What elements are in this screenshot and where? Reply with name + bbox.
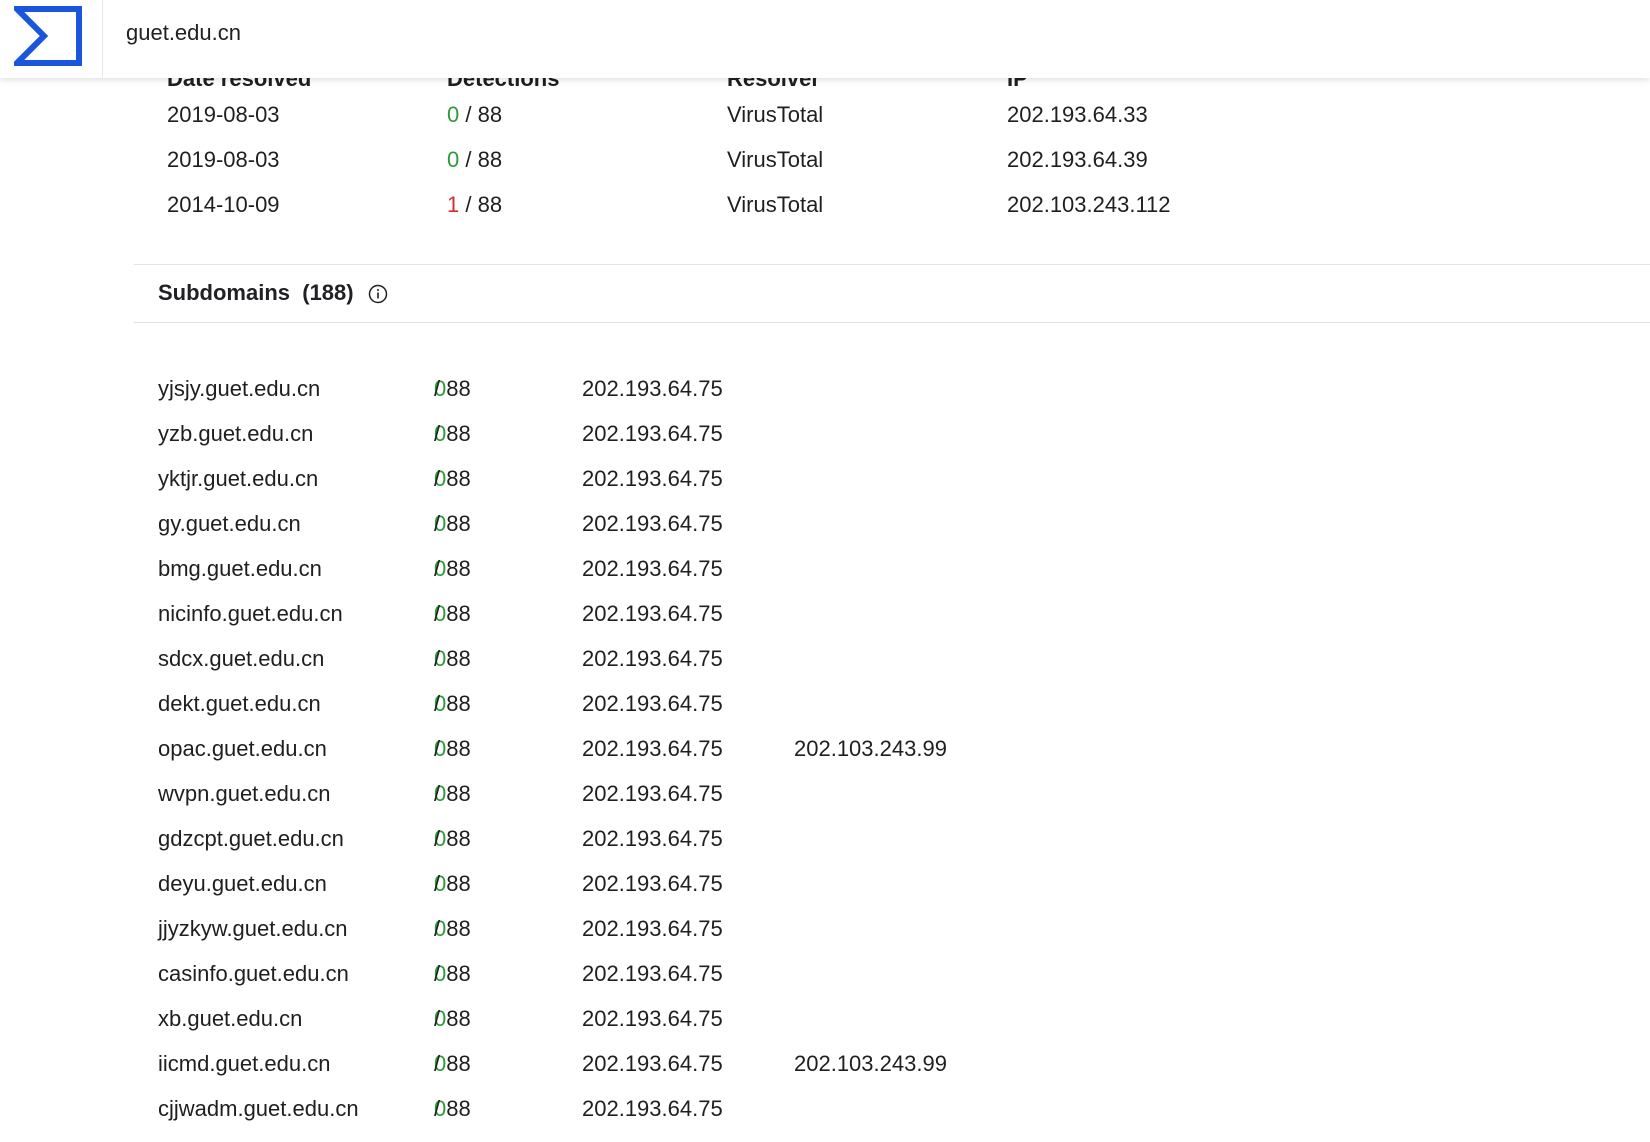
subdomain-ip-link[interactable]: 202.193.64.75 [582, 556, 723, 582]
subdomain-link[interactable]: deyu.guet.edu.cn [158, 871, 327, 897]
page: guet.edu.cn Date resolved Detections Res… [0, 0, 1650, 1142]
subdomains-heading: Subdomains (188) [158, 280, 354, 306]
detections-total: / 88 [434, 871, 471, 896]
subdomain-row[interactable]: xb.guet.edu.cn 0 / 88 202.193.64.75 [158, 1006, 1058, 1046]
detections-total: / 88 [459, 192, 503, 217]
subdomain-row[interactable]: nicinfo.guet.edu.cn 0 / 88 202.193.64.75 [158, 601, 1058, 641]
subdomain-link[interactable]: dekt.guet.edu.cn [158, 691, 321, 717]
section-divider [134, 264, 1650, 265]
subdomain-link[interactable]: xb.guet.edu.cn [158, 1006, 302, 1032]
subdomain-row[interactable]: bmg.guet.edu.cn 0 / 88 202.193.64.75 [158, 556, 1058, 596]
subdomain-link[interactable]: nicinfo.guet.edu.cn [158, 601, 343, 627]
subdomain-link[interactable]: yzb.guet.edu.cn [158, 421, 313, 447]
detections-total: / 88 [434, 781, 471, 806]
subdomain-row[interactable]: opac.guet.edu.cn 0 / 88 202.193.64.75 202.1… [158, 736, 1058, 776]
subdomain-ip-link[interactable]: 202.103.243.99 [794, 1051, 947, 1077]
top-bar: guet.edu.cn [0, 0, 1650, 78]
detections-positives: 0 [447, 102, 460, 127]
subdomain-link[interactable]: gdzcpt.guet.edu.cn [158, 826, 344, 852]
resolution-ip-link[interactable]: 202.193.64.39 [1007, 147, 1148, 173]
detections-total: / 88 [434, 691, 471, 716]
subdomain-row[interactable]: yktjr.guet.edu.cn 0 / 88 202.193.64.75 [158, 466, 1058, 506]
subdomain-row[interactable]: deyu.guet.edu.cn 0 / 88 202.193.64.75 [158, 871, 1058, 911]
subdomain-ip-link[interactable]: 202.193.64.75 [582, 1006, 723, 1032]
subdomains-count: (188) [302, 280, 354, 305]
subdomain-ip-link[interactable]: 202.193.64.75 [582, 826, 723, 852]
resolution-date: 2019-08-03 [167, 102, 280, 127]
detections-total: / 88 [434, 961, 471, 986]
detections-positives: 1 [447, 192, 460, 217]
info-circle-icon[interactable] [368, 284, 388, 304]
detections-total: / 88 [434, 511, 471, 536]
subdomain-ip-link[interactable]: 202.193.64.75 [582, 376, 723, 402]
subdomain-ip-link[interactable]: 202.193.64.75 [582, 1096, 723, 1122]
search-input[interactable]: guet.edu.cn [126, 20, 241, 46]
subdomain-row[interactable]: jjyzkyw.guet.edu.cn 0 / 88 202.193.64.75 [158, 916, 1058, 956]
subdomain-ip-link[interactable]: 202.193.64.75 [582, 421, 723, 447]
detections-total: / 88 [434, 916, 471, 941]
virustotal-logo-icon[interactable] [14, 6, 82, 66]
subdomain-link[interactable]: jjyzkyw.guet.edu.cn [158, 916, 348, 942]
subdomain-link[interactable]: yjsjy.guet.edu.cn [158, 376, 320, 402]
detections-total: / 88 [434, 556, 471, 581]
subdomain-ip-link[interactable]: 202.193.64.75 [582, 601, 723, 627]
detections-total: / 88 [434, 421, 471, 446]
subdomain-ip-link[interactable]: 202.193.64.75 [582, 691, 723, 717]
resolution-detections: 0 / 88 [447, 147, 502, 173]
subdomain-ip-link[interactable]: 202.193.64.75 [582, 916, 723, 942]
detections-total: / 88 [434, 1051, 471, 1076]
subdomain-row[interactable]: yzb.guet.edu.cn 0 / 88 202.193.64.75 [158, 421, 1058, 461]
detections-total: / 88 [434, 826, 471, 851]
resolution-ip-link[interactable]: 202.103.243.112 [1007, 192, 1171, 218]
subdomain-link[interactable]: cjjwadm.guet.edu.cn [158, 1096, 359, 1122]
subdomain-row[interactable]: sdcx.guet.edu.cn 0 / 88 202.193.64.75 [158, 646, 1058, 686]
subdomain-row[interactable]: casinfo.guet.edu.cn 0 / 88 202.193.64.75 [158, 961, 1058, 1001]
detections-total: / 88 [434, 466, 471, 491]
detections-positives: 0 [447, 147, 460, 172]
subdomain-ip-link[interactable]: 202.193.64.75 [582, 961, 723, 987]
subdomain-row[interactable]: wvpn.guet.edu.cn 0 / 88 202.193.64.75 [158, 781, 1058, 821]
detections-total: / 88 [434, 736, 471, 761]
subdomain-ip-link[interactable]: 202.103.243.99 [794, 736, 947, 762]
detections-total: / 88 [459, 102, 503, 127]
section-divider [134, 322, 1650, 323]
subdomain-link[interactable]: sdcx.guet.edu.cn [158, 646, 324, 672]
subdomain-ip-link[interactable]: 202.193.64.75 [582, 781, 723, 807]
resolution-detections: 1 / 88 [447, 192, 502, 218]
subdomain-ip-link[interactable]: 202.193.64.75 [582, 511, 723, 537]
subdomain-link[interactable]: bmg.guet.edu.cn [158, 556, 322, 582]
subdomain-ip-link[interactable]: 202.193.64.75 [582, 1051, 723, 1077]
subdomain-row[interactable]: gdzcpt.guet.edu.cn 0 / 88 202.193.64.75 [158, 826, 1058, 866]
subdomain-ip-link[interactable]: 202.193.64.75 [582, 871, 723, 897]
detections-total: / 88 [434, 601, 471, 626]
detections-total: / 88 [434, 1096, 471, 1121]
subdomain-row[interactable]: cjjwadm.guet.edu.cn 0 / 88 202.193.64.75 [158, 1096, 1058, 1136]
subdomain-link[interactable]: iicmd.guet.edu.cn [158, 1051, 330, 1077]
subdomain-link[interactable]: casinfo.guet.edu.cn [158, 961, 349, 987]
resolution-resolver: VirusTotal [727, 192, 824, 217]
resolution-date: 2019-08-03 [167, 147, 280, 172]
resolution-date: 2014-10-09 [167, 192, 280, 217]
subdomain-link[interactable]: wvpn.guet.edu.cn [158, 781, 330, 807]
resolution-resolver: VirusTotal [727, 147, 824, 172]
detections-total: / 88 [434, 1006, 471, 1031]
resolution-resolver: VirusTotal [727, 102, 824, 127]
subdomain-row[interactable]: yjsjy.guet.edu.cn 0 / 88 202.193.64.75 [158, 376, 1058, 416]
resolution-ip-link[interactable]: 202.193.64.33 [1007, 102, 1148, 128]
resolution-detections: 0 / 88 [447, 102, 502, 128]
detections-total: / 88 [434, 376, 471, 401]
topbar-divider [102, 0, 103, 78]
subdomain-link[interactable]: gy.guet.edu.cn [158, 511, 301, 537]
subdomain-row[interactable]: iicmd.guet.edu.cn 0 / 88 202.193.64.75 202.… [158, 1051, 1058, 1091]
subdomain-link[interactable]: opac.guet.edu.cn [158, 736, 327, 762]
subdomain-row[interactable]: dekt.guet.edu.cn 0 / 88 202.193.64.75 [158, 691, 1058, 731]
subdomain-ip-link[interactable]: 202.193.64.75 [582, 646, 723, 672]
subdomains-title: Subdomains [158, 280, 291, 305]
subdomain-ip-link[interactable]: 202.193.64.75 [582, 736, 723, 762]
subdomain-row[interactable]: gy.guet.edu.cn 0 / 88 202.193.64.75 [158, 511, 1058, 551]
subdomain-ip-link[interactable]: 202.193.64.75 [582, 466, 723, 492]
detections-total: / 88 [459, 147, 503, 172]
detections-total: / 88 [434, 646, 471, 671]
subdomain-link[interactable]: yktjr.guet.edu.cn [158, 466, 318, 492]
